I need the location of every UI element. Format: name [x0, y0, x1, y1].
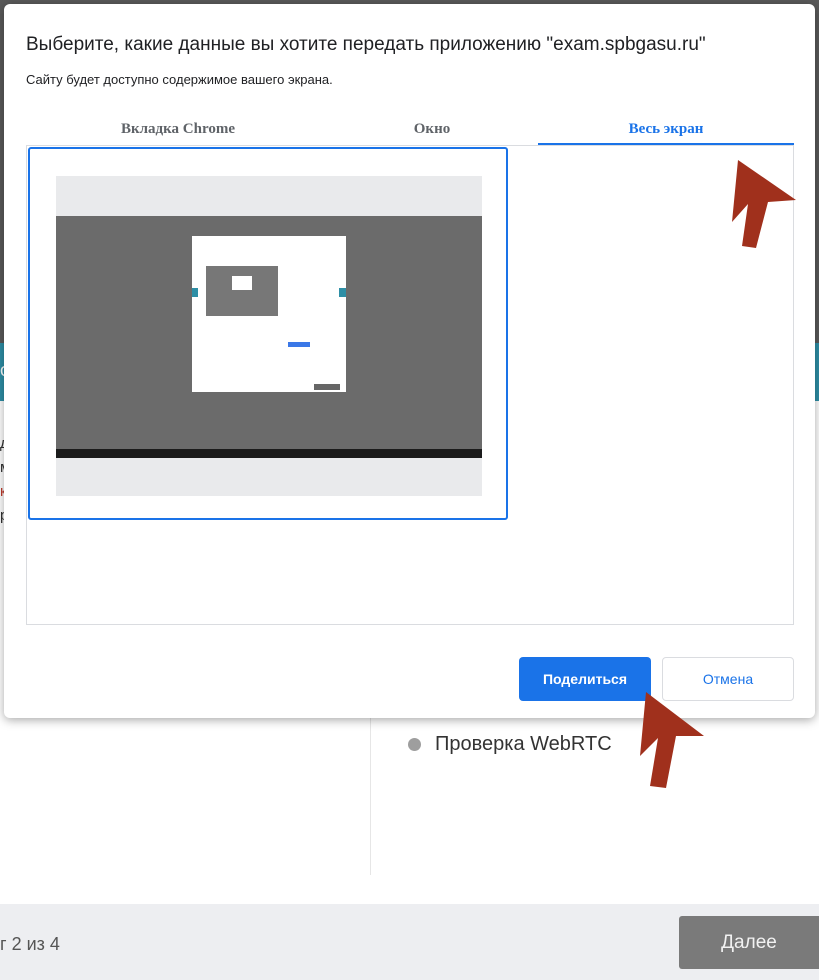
step-indicator: г 2 из 4 [0, 934, 60, 954]
thumbnail-taskbar [56, 449, 482, 458]
checklist-item-webrtc: Проверка WebRTC [408, 733, 612, 756]
thumbnail-accent [192, 288, 198, 297]
tab-window[interactable]: Окно [334, 110, 530, 148]
checklist-item-label: Проверка WebRTC [435, 733, 612, 755]
thumbnail-preview [206, 266, 278, 316]
thumbnail-accent [339, 288, 346, 297]
share-button[interactable]: Поделиться [519, 657, 651, 701]
dialog-title: Выберите, какие данные вы хотите передат… [26, 34, 706, 55]
thumbnail-preview-window [232, 276, 252, 290]
status-dot-icon [408, 738, 421, 751]
thumbnail-button [314, 384, 340, 390]
annotation-arrow-icon [732, 160, 796, 248]
background-divider [370, 700, 371, 875]
thumbnail-button [288, 342, 310, 347]
share-screen-dialog: Выберите, какие данные вы хотите передат… [4, 4, 815, 718]
screen-thumbnail [56, 176, 482, 496]
screen-source-card[interactable] [28, 147, 508, 520]
annotation-arrow-icon [640, 692, 704, 788]
next-button[interactable]: Далее [679, 916, 819, 969]
tab-chrome-tab[interactable]: Вкладка Chrome [28, 110, 328, 148]
dialog-subtitle: Сайту будет доступно содержимое вашего э… [26, 72, 333, 87]
